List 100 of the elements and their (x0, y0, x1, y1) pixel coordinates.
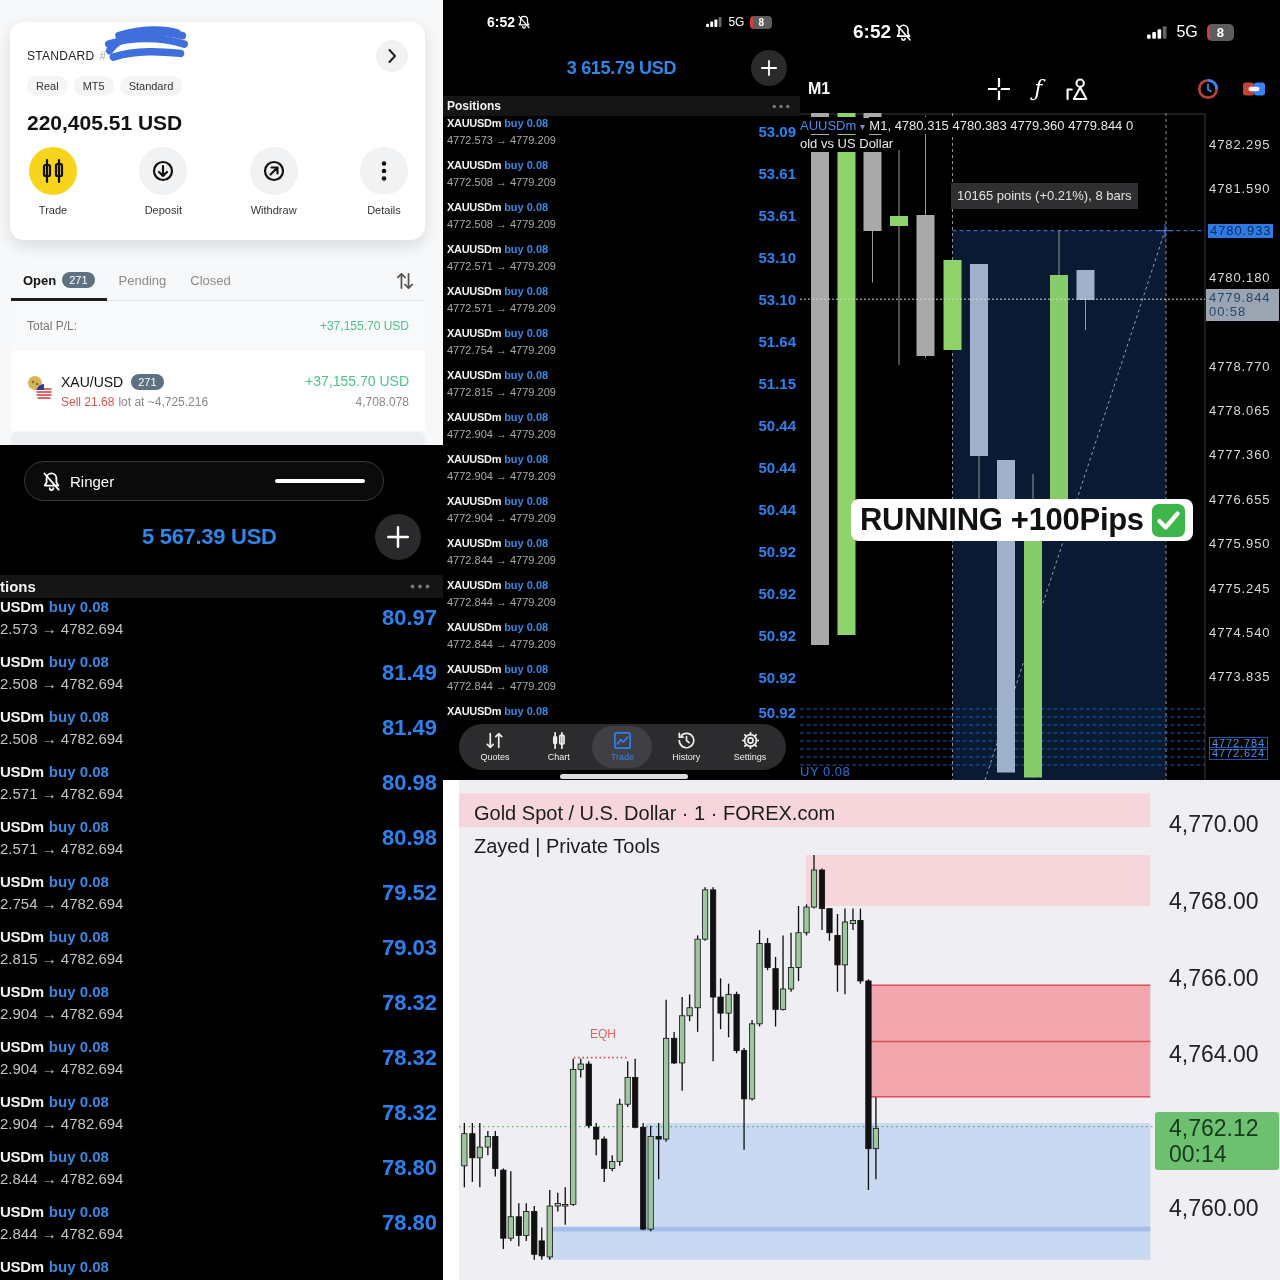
trade-side: buy 0.08 (504, 452, 549, 467)
symbol-label: USDm (0, 928, 44, 946)
symbol-label: USDm (0, 1093, 44, 1111)
trade-side: buy 0.08 (48, 653, 109, 671)
clock-ring-icon[interactable] (1197, 77, 1219, 100)
price-label: 4775.245 (1209, 580, 1271, 597)
action-button[interactable]: Withdraw (241, 147, 306, 216)
indicator-name: Zayed | Private Tools (474, 834, 661, 859)
symbol-description: old vs US Dollar (800, 135, 894, 152)
symbol-label: XAUUSDm (447, 284, 502, 299)
profit-value: 78.32 (381, 991, 437, 1017)
price-range: 2.571 → 4782.694 (0, 785, 124, 803)
price-range: 4772.844 → 4779.209 (447, 637, 556, 652)
nav-tab[interactable]: History (656, 726, 717, 768)
action-button[interactable]: Deposit (131, 147, 196, 216)
eqh-label: EQH (590, 1027, 616, 1041)
action-button[interactable]: Trade (21, 147, 85, 216)
battery-indicator: 8 (1206, 23, 1234, 41)
price-range: 4772.904 → 4779.209 (447, 469, 556, 484)
timeframe-button[interactable]: M1 (808, 79, 831, 98)
plus-icon (761, 60, 777, 76)
trade-side: buy 0.08 (504, 578, 549, 593)
position-card[interactable]: XAU/USD 271 Sell 21.68 lot at ~4,725.216 +37,155.70 USD 4,708.078 (11, 351, 425, 431)
trade-side: buy 0.08 (48, 598, 109, 616)
profit-value: 81.49 (381, 661, 437, 687)
trade-side: buy 0.08 (48, 708, 109, 726)
profit-value: 79.52 (381, 881, 437, 907)
profit-value: 80.98 (381, 826, 437, 852)
price-label: 4,764.00 (1169, 1040, 1259, 1069)
symbol-label: XAUUSDm (447, 452, 502, 467)
price-label: 4782.295 (1209, 137, 1271, 153)
nav-tab[interactable]: Chart (528, 726, 589, 768)
trade-side-lot: Sell 21.68 (61, 394, 115, 409)
trade-side: buy 0.08 (48, 1038, 109, 1056)
trade-side: buy 0.08 (48, 983, 109, 1001)
price-range: 2.571 → 4782.694 (0, 840, 124, 858)
bearish-candle (515, 1202, 522, 1247)
profit-value: 78.32 (381, 1101, 437, 1127)
symbol-label: XAUUSDm (447, 704, 502, 719)
profit-value: 51.15 (758, 374, 796, 394)
price-label: 4775.950 (1209, 536, 1271, 553)
price-range: 4772.508 → 4779.209 (447, 175, 556, 190)
symbol-label: XAUUSDm (447, 326, 502, 341)
trade-entry-price: lot at ~4,725.216 (118, 394, 209, 409)
profit-value: 50.92 (758, 542, 796, 562)
crosshair-icon[interactable] (988, 77, 1011, 100)
symbol-label: USDm (0, 1038, 44, 1056)
bell-slash-icon (43, 471, 60, 491)
trade-side: buy 0.08 (48, 1148, 109, 1166)
bullish-candle (461, 1122, 468, 1188)
bell-slash-icon (518, 15, 531, 29)
trade-side: buy 0.08 (48, 873, 109, 891)
price-label: 4,760.00 (1169, 1194, 1259, 1222)
account-tag: MT5 (73, 76, 114, 96)
trade-side: buy 0.08 (504, 620, 549, 635)
settings-icon (741, 732, 759, 749)
countdown-timer: 00:14 (1169, 1140, 1228, 1167)
add-button[interactable] (375, 514, 421, 560)
symbol-label: XAUUSDm (447, 578, 502, 593)
order-price-label: 4772.624 (1209, 747, 1269, 761)
profit-value: 79.03 (381, 936, 437, 962)
ringer-label: Ringer (70, 472, 115, 490)
plus-icon (387, 526, 409, 548)
bullish-candle (507, 1170, 514, 1242)
total-pl-label: Total P/L: (27, 319, 78, 333)
price-range: 4772.844 → 4779.209 (447, 553, 556, 568)
price-label: 4780.180 (1209, 270, 1271, 287)
symbol-label: USDm (0, 1203, 44, 1221)
up-down-arrows-icon (486, 732, 504, 749)
chevron-button[interactable] (376, 40, 408, 72)
price-label: 4773.835 (1209, 669, 1271, 686)
profit-value: 81.49 (381, 716, 437, 742)
price-range: 2.754 → 4782.694 (0, 895, 124, 913)
position-pl: +37,155.70 USD (305, 373, 409, 389)
symbol-label: USDm (0, 983, 44, 1001)
more-icon[interactable] (409, 584, 431, 589)
shapes-icon[interactable] (1066, 77, 1089, 100)
symbol-label: XAUUSDm (447, 662, 502, 677)
nav-tab[interactable]: Settings (720, 726, 781, 768)
price-label: 4776.655 (1209, 491, 1271, 508)
more-icon[interactable] (772, 103, 790, 109)
account-type-label: STANDARD (27, 49, 95, 63)
symbol-label: USDm (0, 818, 44, 836)
trade-side: buy 0.08 (48, 1093, 109, 1111)
trade-side: buy 0.08 (504, 410, 549, 425)
symbol-label: XAUUSDm (447, 368, 502, 383)
profit-value: 78.32 (381, 1046, 437, 1072)
profit-value: 78.80 (381, 1156, 437, 1182)
add-button[interactable] (751, 50, 787, 86)
symbol-label: XAU/USD (61, 373, 124, 390)
profit-value: 78.80 (381, 1211, 437, 1237)
action-button[interactable]: Details (352, 147, 416, 216)
symbol-label: USDm (0, 598, 44, 616)
nav-tab[interactable]: Quotes (464, 726, 525, 768)
price-range: 2.508 → 4782.694 (0, 675, 124, 693)
trade-side: buy 0.08 (504, 536, 549, 551)
status-time: 6:52 (853, 21, 892, 43)
price-range: 4772.571 → 4779.209 (447, 259, 556, 274)
price-label: 4777.360 (1209, 447, 1271, 464)
symbol-label: USDm (0, 1148, 44, 1166)
